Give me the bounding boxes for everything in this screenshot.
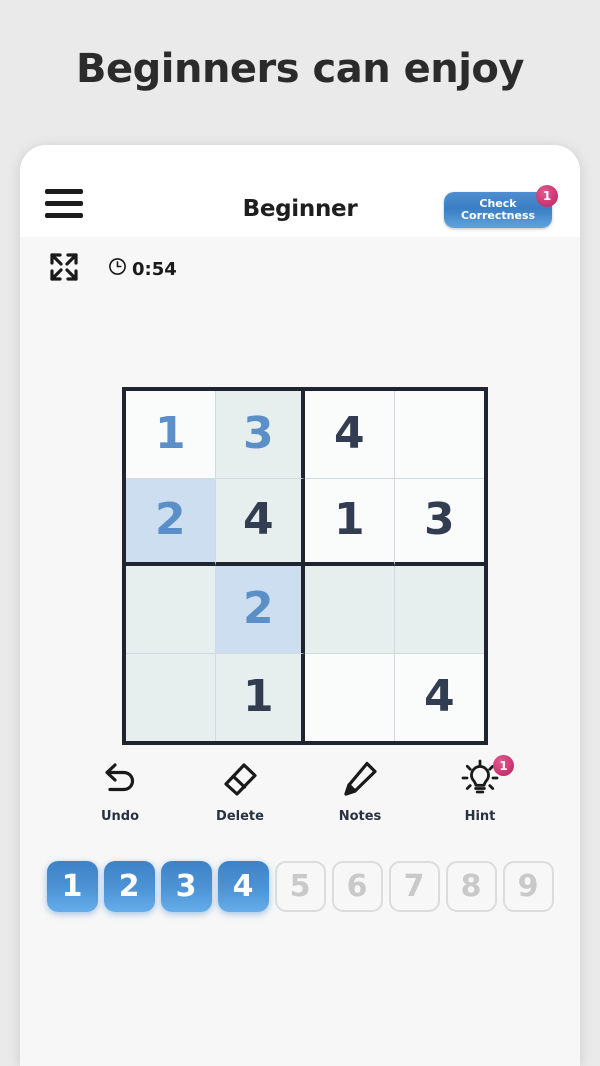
timer-value: 0:54 — [132, 258, 177, 280]
tool-undo-button[interactable]: Undo — [60, 753, 180, 855]
board-cell-r4c4[interactable]: 4 — [394, 653, 484, 741]
board-cell-r1c3[interactable]: 4 — [305, 391, 395, 479]
board-cell-r2c3[interactable]: 1 — [305, 478, 395, 566]
check-correctness-badge: 1 — [536, 185, 558, 207]
tool-label: Delete — [216, 809, 264, 824]
tool-hint-badge: 1 — [493, 755, 514, 776]
timer: 0:54 — [108, 257, 177, 281]
board-cell-r2c2[interactable]: 4 — [215, 478, 305, 566]
tool-delete-button[interactable]: Delete — [180, 753, 300, 855]
tool-label: Notes — [338, 809, 382, 824]
bottom-filler — [20, 935, 580, 1055]
number-button-9: 9 — [502, 861, 554, 912]
number-button-6: 6 — [331, 861, 383, 912]
number-pad: 123456789 — [20, 855, 580, 935]
board-cell-r4c3[interactable] — [305, 653, 395, 741]
undo-arrow-icon — [100, 753, 140, 803]
number-button-4[interactable]: 4 — [217, 861, 269, 912]
board-cell-r2c4[interactable]: 3 — [394, 478, 484, 566]
board-cell-r2c1[interactable]: 2 — [126, 478, 216, 566]
app-bar: Beginner Check Correctness 1 — [20, 145, 580, 237]
phone-frame: Beginner Check Correctness 1 0:54 1 3 4 … — [20, 145, 580, 1066]
board-cell-r1c1[interactable]: 1 — [126, 391, 216, 479]
sudoku-board: 1342413214 — [122, 387, 488, 745]
number-button-1[interactable]: 1 — [46, 861, 98, 912]
number-button-8: 8 — [445, 861, 497, 912]
board-cell-r4c2[interactable]: 1 — [215, 653, 305, 741]
board-cell-r3c2[interactable]: 2 — [215, 566, 305, 654]
tool-notes-button[interactable]: Notes — [300, 753, 420, 855]
number-button-7: 7 — [388, 861, 440, 912]
board-cell-r3c3[interactable] — [305, 566, 395, 654]
tool-label: Hint — [464, 809, 496, 824]
tool-label: Undo — [100, 809, 140, 824]
pencil-icon — [340, 753, 380, 803]
board-cell-r1c4[interactable] — [394, 391, 484, 479]
board-area: 1342413214 — [20, 297, 580, 745]
board-cell-r1c2[interactable]: 3 — [215, 391, 305, 479]
fullscreen-expand-icon[interactable] — [48, 251, 80, 283]
number-button-2[interactable]: 2 — [103, 861, 155, 912]
tool-hint-button[interactable]: Hint 1 — [420, 753, 540, 855]
board-cell-r3c1[interactable] — [126, 566, 216, 654]
check-button-line2: Correctness — [460, 209, 536, 222]
page-title: Beginners can enjoy — [76, 46, 524, 92]
tool-bar: Undo Delete Notes Hint 1 — [20, 745, 580, 855]
number-button-5: 5 — [274, 861, 326, 912]
number-button-3[interactable]: 3 — [160, 861, 212, 912]
eraser-icon — [220, 753, 260, 803]
clock-icon — [108, 257, 127, 281]
board-cell-r4c1[interactable] — [126, 653, 216, 741]
status-row: 0:54 — [20, 237, 580, 297]
board-cell-r3c4[interactable] — [394, 566, 484, 654]
